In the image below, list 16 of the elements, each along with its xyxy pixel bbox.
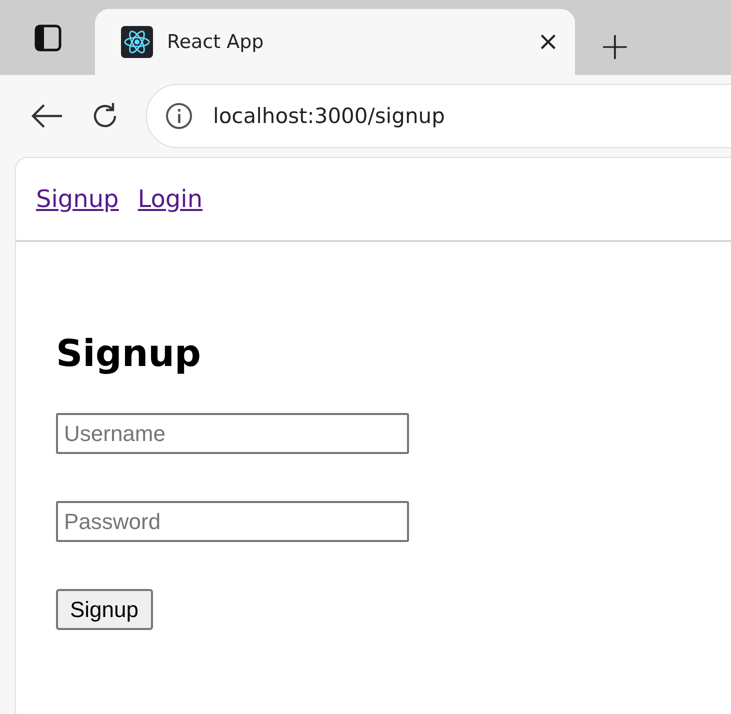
input-field[interactable]: Password — [56, 501, 409, 542]
back-arrow-icon[interactable] — [30, 103, 64, 129]
browser-tab[interactable]: React App × — [95, 9, 575, 75]
nav-link[interactable]: Login — [138, 185, 203, 213]
page-heading: Signup — [56, 332, 201, 375]
input-field[interactable]: Username — [56, 413, 409, 454]
close-button[interactable]: × — [537, 29, 559, 55]
tab-title: React App — [167, 31, 265, 53]
new-tab-button[interactable]: + — [599, 27, 631, 65]
nav-link[interactable]: Signup — [36, 185, 119, 213]
address-bar[interactable]: localhost:3000/signup — [146, 84, 731, 148]
signup-button[interactable]: Signup — [56, 589, 153, 630]
atom-icon — [121, 26, 153, 58]
sidebar-icon[interactable] — [34, 24, 62, 52]
url-text: localhost:3000/signup — [213, 104, 445, 128]
info-icon[interactable] — [165, 102, 193, 130]
